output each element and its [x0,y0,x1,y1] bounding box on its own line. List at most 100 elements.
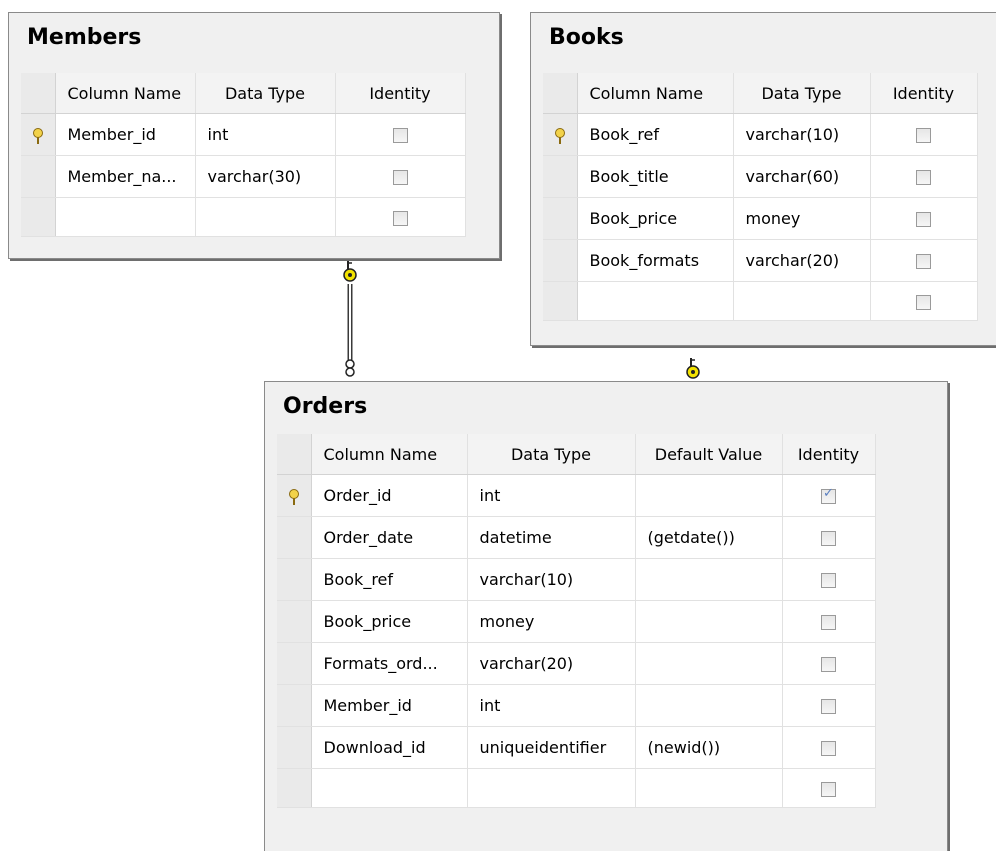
data-type-cell[interactable]: uniqueidentifier [467,726,636,769]
table-row[interactable]: Book_price money [277,600,876,643]
table-row[interactable]: Member_id int [21,113,466,156]
identity-checkbox[interactable] [916,170,931,185]
table-row[interactable]: Book_formats varchar(20) [543,239,978,282]
identity-checkbox[interactable] [916,294,931,310]
row-selector[interactable] [21,113,56,156]
identity-checkbox[interactable] [392,128,408,143]
row-selector[interactable] [277,684,312,727]
row-selector[interactable] [543,281,578,321]
row-selector[interactable] [277,768,312,808]
identity-checkbox[interactable] [392,210,408,226]
column-header: Identity [870,73,978,114]
row-selector[interactable] [277,474,312,517]
column-name-cell[interactable]: Formats_ord... [311,642,468,685]
table-row[interactable]: Member_id int [277,684,876,727]
default-value-cell[interactable] [635,642,783,685]
identity-checkbox[interactable] [821,699,836,714]
data-type-cell[interactable]: money [467,600,636,643]
identity-checkbox[interactable] [916,128,931,143]
column-name-cell[interactable]: Book_title [577,155,734,198]
row-selector[interactable] [543,239,578,282]
books-table[interactable]: Books Column Name Data Type Identity Boo… [530,12,996,346]
data-type-cell[interactable]: varchar(10) [467,558,636,601]
orders-table[interactable]: Orders Column Name Data Type Default Val… [264,381,948,851]
relationship-books-orders[interactable] [686,358,700,379]
row-selector[interactable] [21,197,56,237]
table-row[interactable]: Formats_ord... varchar(20) [277,642,876,685]
column-name-cell[interactable] [311,768,468,808]
column-name-cell[interactable] [55,197,196,237]
row-selector[interactable] [277,642,312,685]
data-type-cell[interactable] [733,281,871,321]
relationship-members-orders[interactable] [343,261,357,377]
default-value-cell[interactable] [635,600,783,643]
data-type-cell[interactable]: varchar(10) [733,113,871,156]
default-value-cell[interactable] [635,684,783,727]
default-value-cell[interactable] [635,768,783,808]
data-type-cell[interactable]: int [467,474,636,517]
books-grid: Column Name Data Type Identity Book_ref … [543,73,978,321]
data-type-cell[interactable] [467,768,636,808]
column-name-cell[interactable]: Member_na... [55,155,196,198]
identity-checkbox[interactable] [821,781,836,797]
members-table[interactable]: Members Column Name Data Type Identity M… [8,12,500,259]
identity-checkbox[interactable] [916,212,931,227]
identity-checkbox[interactable] [821,615,836,630]
row-selector[interactable] [277,726,312,769]
row-selector[interactable] [21,155,56,198]
data-type-cell[interactable]: datetime [467,516,636,559]
table-row[interactable]: Book_price money [543,197,978,240]
default-value-cell[interactable] [635,558,783,601]
identity-checkbox[interactable] [821,657,836,672]
data-type-cell[interactable]: varchar(20) [467,642,636,685]
column-name-cell[interactable] [577,281,734,321]
data-type-cell[interactable]: varchar(30) [195,155,336,198]
new-row[interactable] [277,768,876,808]
column-name-cell[interactable]: Order_id [311,474,468,517]
column-name-cell[interactable]: Book_price [577,197,734,240]
column-name-cell[interactable]: Member_id [55,113,196,156]
identity-checkbox[interactable] [392,170,408,185]
table-row[interactable]: Book_ref varchar(10) [277,558,876,601]
row-selector[interactable] [277,558,312,601]
data-type-cell[interactable]: money [733,197,871,240]
data-type-cell[interactable]: varchar(20) [733,239,871,282]
table-row[interactable]: Book_title varchar(60) [543,155,978,198]
new-row[interactable] [21,197,466,237]
row-selector[interactable] [543,155,578,198]
default-value-cell[interactable] [635,474,783,517]
identity-checkbox[interactable] [821,741,836,756]
table-row[interactable]: Order_date datetime (getdate()) [277,516,876,559]
data-type-cell[interactable]: int [467,684,636,727]
default-value-cell[interactable]: (getdate()) [635,516,783,559]
column-name-cell[interactable]: Book_ref [311,558,468,601]
table-row[interactable]: Order_id int [277,474,876,517]
data-type-cell[interactable]: varchar(60) [733,155,871,198]
column-name-cell[interactable]: Order_date [311,516,468,559]
column-header: Identity [782,434,876,475]
identity-cell [335,155,466,198]
column-name-cell[interactable]: Download_id [311,726,468,769]
column-header: Default Value [635,434,783,475]
identity-checkbox[interactable] [821,573,836,588]
data-type-cell[interactable] [195,197,336,237]
table-row[interactable]: Member_na... varchar(30) [21,155,466,198]
column-name-cell[interactable]: Book_price [311,600,468,643]
table-row[interactable]: Book_ref varchar(10) [543,113,978,156]
row-selector[interactable] [543,197,578,240]
new-row[interactable] [543,281,978,321]
row-selector[interactable] [277,600,312,643]
default-value-cell[interactable]: (newid()) [635,726,783,769]
column-name-cell[interactable]: Book_ref [577,113,734,156]
identity-checkbox[interactable] [821,486,836,504]
identity-checkbox[interactable] [916,254,931,269]
infinity-end-icon [345,359,355,377]
data-type-cell[interactable]: int [195,113,336,156]
primary-key-icon [288,488,299,505]
row-selector[interactable] [543,113,578,156]
row-selector[interactable] [277,516,312,559]
column-name-cell[interactable]: Member_id [311,684,468,727]
identity-checkbox[interactable] [821,531,836,546]
table-row[interactable]: Download_id uniqueidentifier (newid()) [277,726,876,769]
column-name-cell[interactable]: Book_formats [577,239,734,282]
